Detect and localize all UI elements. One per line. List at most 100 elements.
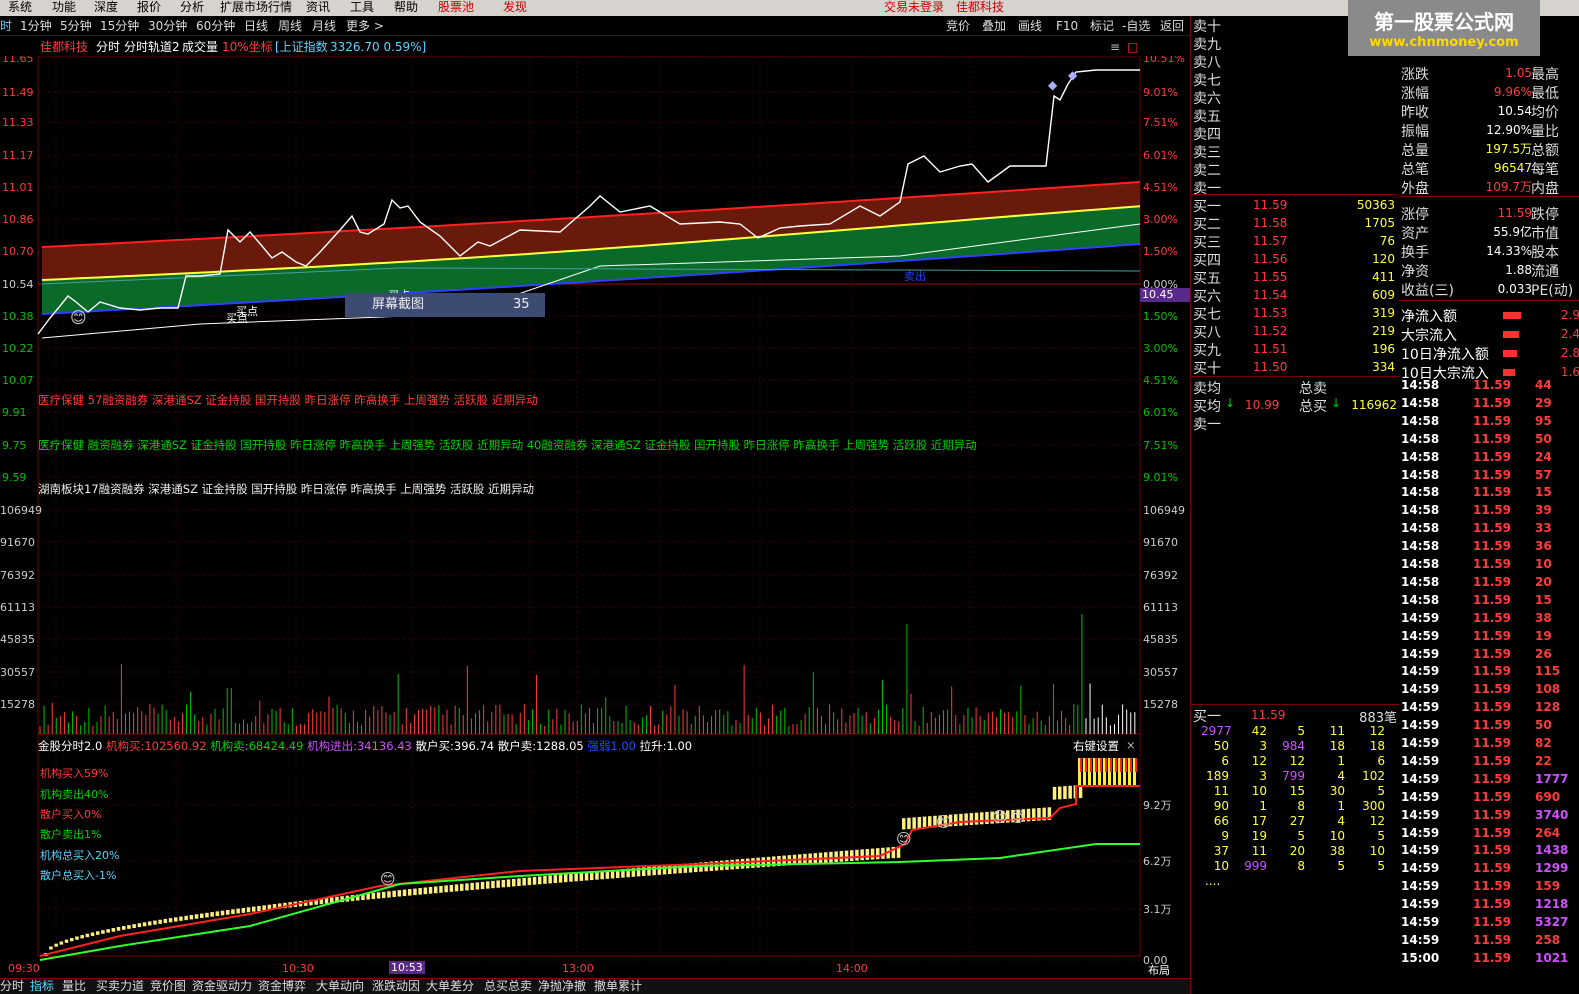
queue-more: .... xyxy=(1205,874,1221,888)
tick-volume: 1777 xyxy=(1535,771,1569,786)
pct-tick-label: 3.00% xyxy=(1143,213,1178,226)
queue-cell: 5 xyxy=(1377,859,1385,873)
diamond-icon: ◆ xyxy=(1068,68,1078,82)
right-panel: 卖十 卖九 卖八 卖七 卖六 卖五 卖四 卖三 卖二 卖一 买一 11.59 50363 买二 11.58… xyxy=(1190,16,1579,994)
quote-label: 收益(三) xyxy=(1401,283,1454,299)
quote-label-2: 最低 xyxy=(1531,86,1559,102)
indicator-bar xyxy=(532,876,537,885)
indicator-bar xyxy=(480,881,485,890)
bottom-tab[interactable]: 量比 xyxy=(62,979,86,994)
queue-cell: 12 xyxy=(1251,754,1267,768)
menu-tools[interactable]: 工具 xyxy=(350,0,374,15)
menu-depth[interactable]: 深度 xyxy=(94,0,118,15)
indicator-bar xyxy=(558,874,563,883)
concept-line-1: 医疗保健 57融资融券 深港通SZ 证金持股 国开持股 昨日涨停 昨高换手 上周… xyxy=(38,393,538,407)
menu-info[interactable]: 资讯 xyxy=(306,0,330,15)
menu-bar: 系统 功能 深度 报价 分析 扩展市场行情 资讯 工具 帮助 股票池 发现 交易… xyxy=(0,0,1579,16)
queue-cell: 2977 xyxy=(1201,724,1232,738)
tick-volume: 50 xyxy=(1535,718,1552,733)
menu-quote[interactable]: 报价 xyxy=(137,0,161,15)
tick-time: 14:59 xyxy=(1401,932,1440,947)
indicator-bar xyxy=(449,884,454,892)
queue-cell: 999 xyxy=(1244,859,1267,873)
tab-30min[interactable]: 30分钟 xyxy=(148,16,187,36)
indicator-close-icon[interactable]: × xyxy=(1126,738,1136,752)
indicator-bar xyxy=(75,936,79,940)
tick-volume: 26 xyxy=(1535,646,1552,661)
menu-extended-market[interactable]: 扩展市场行情 xyxy=(220,0,292,15)
tool-add-watch[interactable]: -自选 xyxy=(1122,16,1150,36)
tool-f10[interactable]: F10 xyxy=(1056,16,1078,36)
bottom-tab[interactable]: 涨跌动因 xyxy=(372,979,420,994)
buy-level-label: 买七 xyxy=(1193,307,1221,323)
tab-monthly[interactable]: 月线 xyxy=(312,16,336,36)
buy-level-volume: 76 xyxy=(1379,234,1395,248)
tick-volume: 159 xyxy=(1535,879,1561,894)
right-click-settings[interactable]: 右键设置 xyxy=(1073,738,1119,754)
bottom-tab[interactable]: 竞价图 xyxy=(150,979,186,994)
bottom-tab[interactable]: 撤单累计 xyxy=(594,979,642,994)
tool-auction[interactable]: 竞价 xyxy=(946,16,970,36)
bottom-tab[interactable]: 买卖力道 xyxy=(96,979,144,994)
tab-60min[interactable]: 60分钟 xyxy=(196,16,235,36)
tick-price: 11.59 xyxy=(1473,700,1511,715)
tick-time: 14:58 xyxy=(1401,378,1440,392)
tool-mark[interactable]: 标记 xyxy=(1090,16,1114,36)
bottom-tab[interactable]: 分时 xyxy=(0,979,24,994)
screenshot-popup[interactable]: 屏幕截图 35 xyxy=(345,293,545,317)
bottom-tab[interactable]: 资金驱动力 xyxy=(192,979,252,994)
buy-level-price: 11.56 xyxy=(1253,252,1288,266)
menu-function[interactable]: 功能 xyxy=(52,0,76,15)
queue-cell: 11 xyxy=(1329,724,1345,738)
bottom-tab[interactable]: 大单动向 xyxy=(316,979,364,994)
tick-time: 14:59 xyxy=(1401,753,1440,768)
queue-cell: 4 xyxy=(1337,814,1345,828)
tab-1min[interactable]: 1分钟 xyxy=(20,16,52,36)
sell-level-label: 卖八 xyxy=(1193,55,1221,71)
tick-price: 11.59 xyxy=(1473,771,1511,786)
menu-discover[interactable]: 发现 xyxy=(503,0,527,15)
tab-5min[interactable]: 5分钟 xyxy=(60,16,92,36)
indicator-bar xyxy=(163,918,168,924)
indicator-bar xyxy=(1052,786,1057,800)
menu-analysis[interactable]: 分析 xyxy=(180,0,204,15)
tick-price: 11.59 xyxy=(1473,557,1511,571)
tick-volume: 128 xyxy=(1535,700,1561,715)
bottom-tab[interactable]: 大单差分 xyxy=(426,979,474,994)
volume-tick-label: 30557 xyxy=(1143,666,1178,679)
trade-login-status[interactable]: 交易未登录 xyxy=(884,0,944,15)
close-box-icon[interactable]: □ xyxy=(1127,38,1138,56)
tick-time: 14:58 xyxy=(1401,395,1440,410)
tick-price: 11.59 xyxy=(1473,539,1511,554)
bottom-tab[interactable]: 净抛净撤 xyxy=(538,979,586,994)
buy-level-volume: 411 xyxy=(1372,270,1395,284)
menu-system[interactable]: 系统 xyxy=(8,0,32,15)
tick-volume: 38 xyxy=(1535,610,1552,625)
tab-daily[interactable]: 日线 xyxy=(244,16,268,36)
tool-overlay[interactable]: 叠加 xyxy=(982,16,1006,36)
tick-volume: 29 xyxy=(1535,395,1552,410)
time-label: 14:00 xyxy=(836,962,868,975)
menu-stock-pool[interactable]: 股票池 xyxy=(438,0,474,15)
bottom-tab[interactable]: 资金博弈 xyxy=(258,979,306,994)
quote-value: 0.033 xyxy=(1497,282,1532,296)
menu-icon[interactable]: ≡ xyxy=(1110,38,1120,56)
tick-price: 11.59 xyxy=(1473,485,1511,500)
tool-draw[interactable]: 画线 xyxy=(1018,16,1042,36)
quote-value: 9.96% xyxy=(1493,85,1532,99)
layout-button[interactable]: 布局 xyxy=(1148,962,1170,978)
tab-15min[interactable]: 15分钟 xyxy=(100,16,139,36)
tab-intraday[interactable]: 时 xyxy=(0,16,12,36)
tab-more[interactable]: 更多 > xyxy=(346,16,384,36)
volume-bars xyxy=(39,614,1136,734)
tick-time: 14:59 xyxy=(1401,843,1440,858)
tick-time: 14:59 xyxy=(1401,718,1440,733)
bottom-tab[interactable]: 指标 xyxy=(30,979,54,994)
tool-back[interactable]: 返回 xyxy=(1160,16,1184,36)
quote-label: 总量 xyxy=(1401,143,1429,159)
indicator-bar xyxy=(876,848,880,860)
menu-help[interactable]: 帮助 xyxy=(394,0,418,15)
tab-weekly[interactable]: 周线 xyxy=(278,16,302,36)
bottom-tab[interactable]: 总买总卖 xyxy=(484,979,532,994)
quote-label: 涨停 xyxy=(1401,207,1429,223)
